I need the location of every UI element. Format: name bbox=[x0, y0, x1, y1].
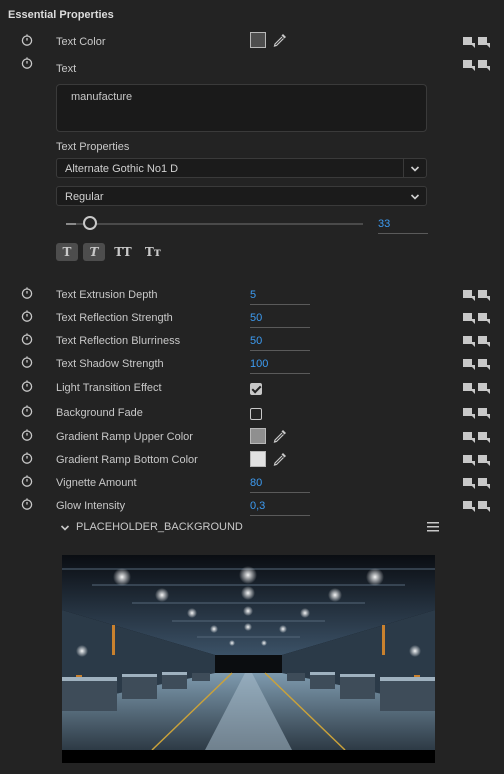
text-color-label: Text Color bbox=[56, 36, 106, 48]
font-style-value: Regular bbox=[65, 191, 104, 203]
stopwatch-icon[interactable] bbox=[21, 310, 33, 322]
text-extrusion-depth-value[interactable]: 5 bbox=[250, 289, 310, 305]
vignette-amount-label: Vignette Amount bbox=[56, 477, 137, 489]
keyframe-nav-icon[interactable] bbox=[463, 335, 491, 347]
stopwatch-icon[interactable] bbox=[21, 356, 33, 368]
stopwatch-icon[interactable] bbox=[21, 333, 33, 345]
text-reflection-strength-label: Text Reflection Strength bbox=[56, 312, 173, 324]
light-transition-effect-checkbox[interactable] bbox=[250, 383, 262, 395]
keyframe-nav-icon[interactable] bbox=[463, 407, 491, 419]
text-color-swatch[interactable] bbox=[250, 32, 266, 48]
gradient-ramp-bottom-color-label: Gradient Ramp Bottom Color bbox=[56, 454, 198, 466]
panel-title: Essential Properties bbox=[8, 9, 114, 21]
chevron-down-icon bbox=[410, 192, 420, 202]
eyedropper-icon[interactable] bbox=[272, 428, 288, 444]
stopwatch-icon[interactable] bbox=[21, 405, 33, 417]
italic-style-button[interactable]: T bbox=[83, 243, 105, 261]
text-label: Text bbox=[56, 63, 77, 75]
keyframe-nav-icon[interactable] bbox=[463, 59, 491, 71]
stopwatch-icon[interactable] bbox=[21, 34, 33, 46]
gradient-ramp-bottom-color-swatch[interactable] bbox=[250, 451, 266, 467]
keyframe-nav-icon[interactable] bbox=[463, 454, 491, 466]
gradient-ramp-upper-color-label: Gradient Ramp Upper Color bbox=[56, 431, 193, 443]
keyframe-nav-icon[interactable] bbox=[463, 382, 491, 394]
eyedropper-icon[interactable] bbox=[272, 451, 288, 467]
keyframe-nav-icon[interactable] bbox=[463, 477, 491, 489]
text-input[interactable]: manufacture bbox=[56, 84, 427, 132]
stopwatch-icon[interactable] bbox=[21, 57, 33, 69]
keyframe-nav-icon[interactable] bbox=[463, 500, 491, 512]
keyframe-nav-icon[interactable] bbox=[463, 431, 491, 443]
text-properties-label: Text Properties bbox=[56, 141, 130, 153]
stopwatch-icon[interactable] bbox=[21, 380, 33, 392]
stopwatch-icon[interactable] bbox=[21, 287, 33, 299]
dropdown-divider bbox=[403, 159, 404, 177]
small-caps-button[interactable]: Tт bbox=[142, 243, 164, 261]
glow-intensity-label: Glow Intensity bbox=[56, 500, 126, 512]
background-group-label: PLACEHOLDER_BACKGROUND bbox=[76, 521, 243, 533]
text-extrusion-depth-label: Text Extrusion Depth bbox=[56, 289, 158, 301]
font-size-slider-thumb[interactable] bbox=[82, 216, 97, 230]
stopwatch-icon[interactable] bbox=[21, 498, 33, 510]
background-fade-label: Background Fade bbox=[56, 407, 143, 419]
text-shadow-strength-value[interactable]: 100 bbox=[250, 358, 310, 374]
text-reflection-blurriness-label: Text Reflection Blurriness bbox=[56, 335, 181, 347]
stopwatch-icon[interactable] bbox=[21, 475, 33, 487]
stopwatch-icon[interactable] bbox=[21, 429, 33, 441]
vignette-amount-value[interactable]: 80 bbox=[250, 477, 310, 493]
eyedropper-icon[interactable] bbox=[272, 32, 288, 48]
text-reflection-blurriness-value[interactable]: 50 bbox=[250, 335, 310, 351]
keyframe-nav-icon[interactable] bbox=[463, 289, 491, 301]
bold-style-button[interactable]: T bbox=[56, 243, 78, 261]
font-size-slider-track[interactable] bbox=[66, 223, 363, 225]
background-fade-checkbox[interactable] bbox=[250, 408, 262, 420]
keyframe-nav-icon[interactable] bbox=[463, 358, 491, 370]
light-transition-effect-label: Light Transition Effect bbox=[56, 382, 162, 394]
gradient-ramp-upper-color-swatch[interactable] bbox=[250, 428, 266, 444]
keyframe-nav-icon[interactable] bbox=[463, 36, 491, 48]
font-family-dropdown[interactable]: Alternate Gothic No1 D bbox=[56, 158, 427, 178]
background-preview-image bbox=[62, 555, 435, 763]
all-caps-button[interactable]: TT bbox=[112, 243, 134, 261]
text-reflection-strength-value[interactable]: 50 bbox=[250, 312, 310, 328]
font-size-slider-fill bbox=[66, 223, 76, 225]
font-family-value: Alternate Gothic No1 D bbox=[65, 163, 179, 175]
font-size-value[interactable]: 33 bbox=[378, 218, 428, 234]
chevron-down-icon[interactable] bbox=[60, 523, 70, 533]
text-shadow-strength-label: Text Shadow Strength bbox=[56, 358, 164, 370]
glow-intensity-value[interactable]: 0,3 bbox=[250, 500, 310, 516]
font-style-dropdown[interactable]: Regular bbox=[56, 186, 427, 206]
keyframe-nav-icon[interactable] bbox=[463, 312, 491, 324]
stopwatch-icon[interactable] bbox=[21, 452, 33, 464]
hamburger-menu-icon[interactable] bbox=[427, 522, 439, 532]
chevron-down-icon bbox=[410, 164, 420, 174]
